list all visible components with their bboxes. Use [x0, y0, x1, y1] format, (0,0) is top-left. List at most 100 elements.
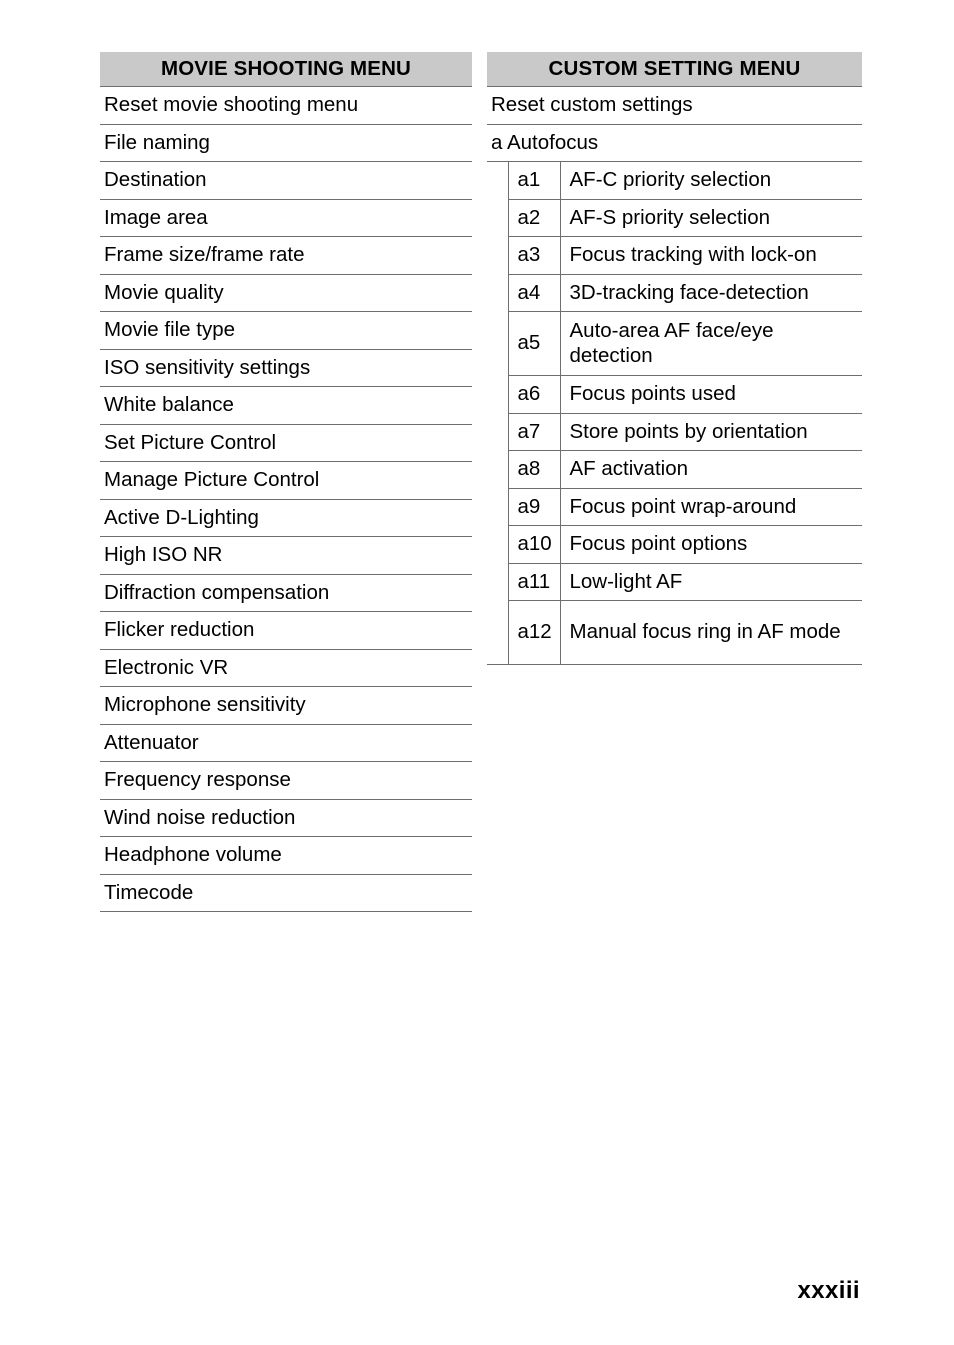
- menu-item[interactable]: Manage Picture Control: [100, 461, 472, 500]
- menu-item[interactable]: Reset movie shooting menu: [100, 86, 472, 125]
- menu-item[interactable]: Active D-Lighting: [100, 499, 472, 537]
- menu-item[interactable]: Image area: [100, 199, 472, 237]
- table-row: a4 3D-tracking face-detection: [487, 274, 862, 312]
- table-row: Frequency response: [100, 761, 472, 800]
- table-row: a6 Focus points used: [487, 375, 862, 414]
- menu-item-code: a11: [508, 563, 561, 601]
- table-row: a1 AF-C priority selection: [487, 161, 862, 200]
- menu-item[interactable]: Focus point options: [560, 525, 862, 564]
- table-row: Frame size/frame rate: [100, 236, 472, 275]
- indent-gutter: [487, 600, 509, 665]
- menu-item[interactable]: Frame size/frame rate: [100, 236, 472, 275]
- menu-item[interactable]: Timecode: [100, 874, 472, 912]
- menu-item[interactable]: Movie quality: [100, 274, 472, 312]
- menu-item[interactable]: AF-C priority selection: [560, 161, 862, 200]
- menu-item[interactable]: Microphone sensitivity: [100, 686, 472, 725]
- menu-item[interactable]: Focus tracking with lock-on: [560, 236, 862, 275]
- table-row: a12 Manual focus ring in AF mode: [487, 600, 862, 665]
- menu-item-code: a4: [508, 274, 561, 312]
- indent-gutter: [487, 525, 509, 563]
- menu-item[interactable]: Set Picture Control: [100, 424, 472, 462]
- table-row: a5 Auto-area AF face/eye detection: [487, 311, 862, 376]
- table-row: Movie quality: [100, 274, 472, 312]
- menu-item-code: a7: [508, 413, 561, 451]
- menu-item[interactable]: Frequency response: [100, 761, 472, 800]
- movie-shooting-menu-body: Reset movie shooting menu File naming Dest…: [100, 86, 472, 912]
- menu-item[interactable]: Flicker reduction: [100, 611, 472, 650]
- indent-gutter: [487, 274, 509, 312]
- table-row: Image area: [100, 199, 472, 237]
- table-row: Timecode: [100, 874, 472, 912]
- menu-item[interactable]: Diffraction compensation: [100, 574, 472, 612]
- menu-item[interactable]: ISO sensitivity settings: [100, 349, 472, 387]
- table-row: a8 AF activation: [487, 450, 862, 489]
- table-row: Diffraction compensation: [100, 574, 472, 612]
- table-row: Microphone sensitivity: [100, 686, 472, 725]
- movie-shooting-menu-table: MOVIE SHOOTING MENU Reset movie shooting…: [100, 52, 472, 912]
- menu-item-code: a1: [508, 161, 561, 200]
- menu-item[interactable]: Low-light AF: [560, 563, 862, 601]
- menu-item[interactable]: Wind noise reduction: [100, 799, 472, 837]
- menu-item[interactable]: Electronic VR: [100, 649, 472, 687]
- table-row: Destination: [100, 161, 472, 200]
- table-row: a Autofocus: [487, 124, 862, 162]
- indent-gutter: [487, 375, 509, 413]
- table-row: Reset movie shooting menu: [100, 86, 472, 125]
- table-row: a9 Focus point wrap-around: [487, 488, 862, 526]
- table-row: White balance: [100, 386, 472, 425]
- menu-item[interactable]: Manual focus ring in AF mode: [560, 600, 862, 665]
- menu-item-code: a8: [508, 450, 561, 489]
- table-header-row: CUSTOM SETTING MENU: [487, 52, 862, 87]
- menu-item[interactable]: White balance: [100, 386, 472, 425]
- table-row: a10 Focus point options: [487, 525, 862, 564]
- menu-item[interactable]: 3D-tracking face-detection: [560, 274, 862, 312]
- table-row: Movie file type: [100, 311, 472, 350]
- menu-item[interactable]: AF activation: [560, 450, 862, 489]
- menu-item-code: a12: [508, 600, 561, 665]
- table-row: Attenuator: [100, 724, 472, 762]
- menu-item-code: a2: [508, 199, 561, 237]
- menu-item[interactable]: File naming: [100, 124, 472, 162]
- table-row: Headphone volume: [100, 836, 472, 875]
- menu-item[interactable]: Auto-area AF face/eye detection: [560, 311, 862, 376]
- indent-gutter: [487, 488, 509, 526]
- table-row: a11 Low-light AF: [487, 563, 862, 601]
- custom-setting-menu-body: Reset custom settings a Autofocus a1 AF-C p…: [487, 86, 862, 665]
- table-row: Manage Picture Control: [100, 461, 472, 500]
- table-row: Wind noise reduction: [100, 799, 472, 837]
- menu-item-code: a6: [508, 375, 561, 414]
- custom-setting-menu-title: CUSTOM SETTING MENU: [487, 52, 862, 87]
- menu-item-code: a5: [508, 311, 561, 376]
- indent-gutter: [487, 450, 509, 488]
- page-number: xxxiii: [797, 1277, 860, 1304]
- menu-item[interactable]: a Autofocus: [487, 124, 862, 162]
- indent-gutter: [487, 413, 509, 451]
- table-row: Electronic VR: [100, 649, 472, 687]
- table-row: Set Picture Control: [100, 424, 472, 462]
- menu-item[interactable]: Movie file type: [100, 311, 472, 350]
- menu-item-code: a10: [508, 525, 561, 564]
- table-row: High ISO NR: [100, 536, 472, 575]
- menu-item[interactable]: Focus point wrap-around: [560, 488, 862, 526]
- menu-item[interactable]: AF-S priority selection: [560, 199, 862, 237]
- table-row: Reset custom settings: [487, 86, 862, 125]
- indent-gutter: [487, 199, 509, 237]
- menu-item[interactable]: Headphone volume: [100, 836, 472, 875]
- menu-item[interactable]: Attenuator: [100, 724, 472, 762]
- menu-item[interactable]: High ISO NR: [100, 536, 472, 575]
- table-row: ISO sensitivity settings: [100, 349, 472, 387]
- table-row: a3 Focus tracking with lock-on: [487, 236, 862, 275]
- table-row: a7 Store points by orientation: [487, 413, 862, 451]
- menu-item[interactable]: Focus points used: [560, 375, 862, 414]
- menu-item-code: a3: [508, 236, 561, 275]
- menu-item[interactable]: Destination: [100, 161, 472, 200]
- indent-gutter: [487, 236, 509, 274]
- menu-item[interactable]: Reset custom settings: [487, 86, 862, 125]
- indent-gutter: [487, 563, 509, 601]
- document-page: MOVIE SHOOTING MENU Reset movie shooting…: [0, 0, 954, 1345]
- movie-shooting-menu-title: MOVIE SHOOTING MENU: [100, 52, 472, 87]
- menu-item[interactable]: Store points by orientation: [560, 413, 862, 451]
- table-row: File naming: [100, 124, 472, 162]
- table-header-row: MOVIE SHOOTING MENU: [100, 52, 472, 87]
- table-row: Active D-Lighting: [100, 499, 472, 537]
